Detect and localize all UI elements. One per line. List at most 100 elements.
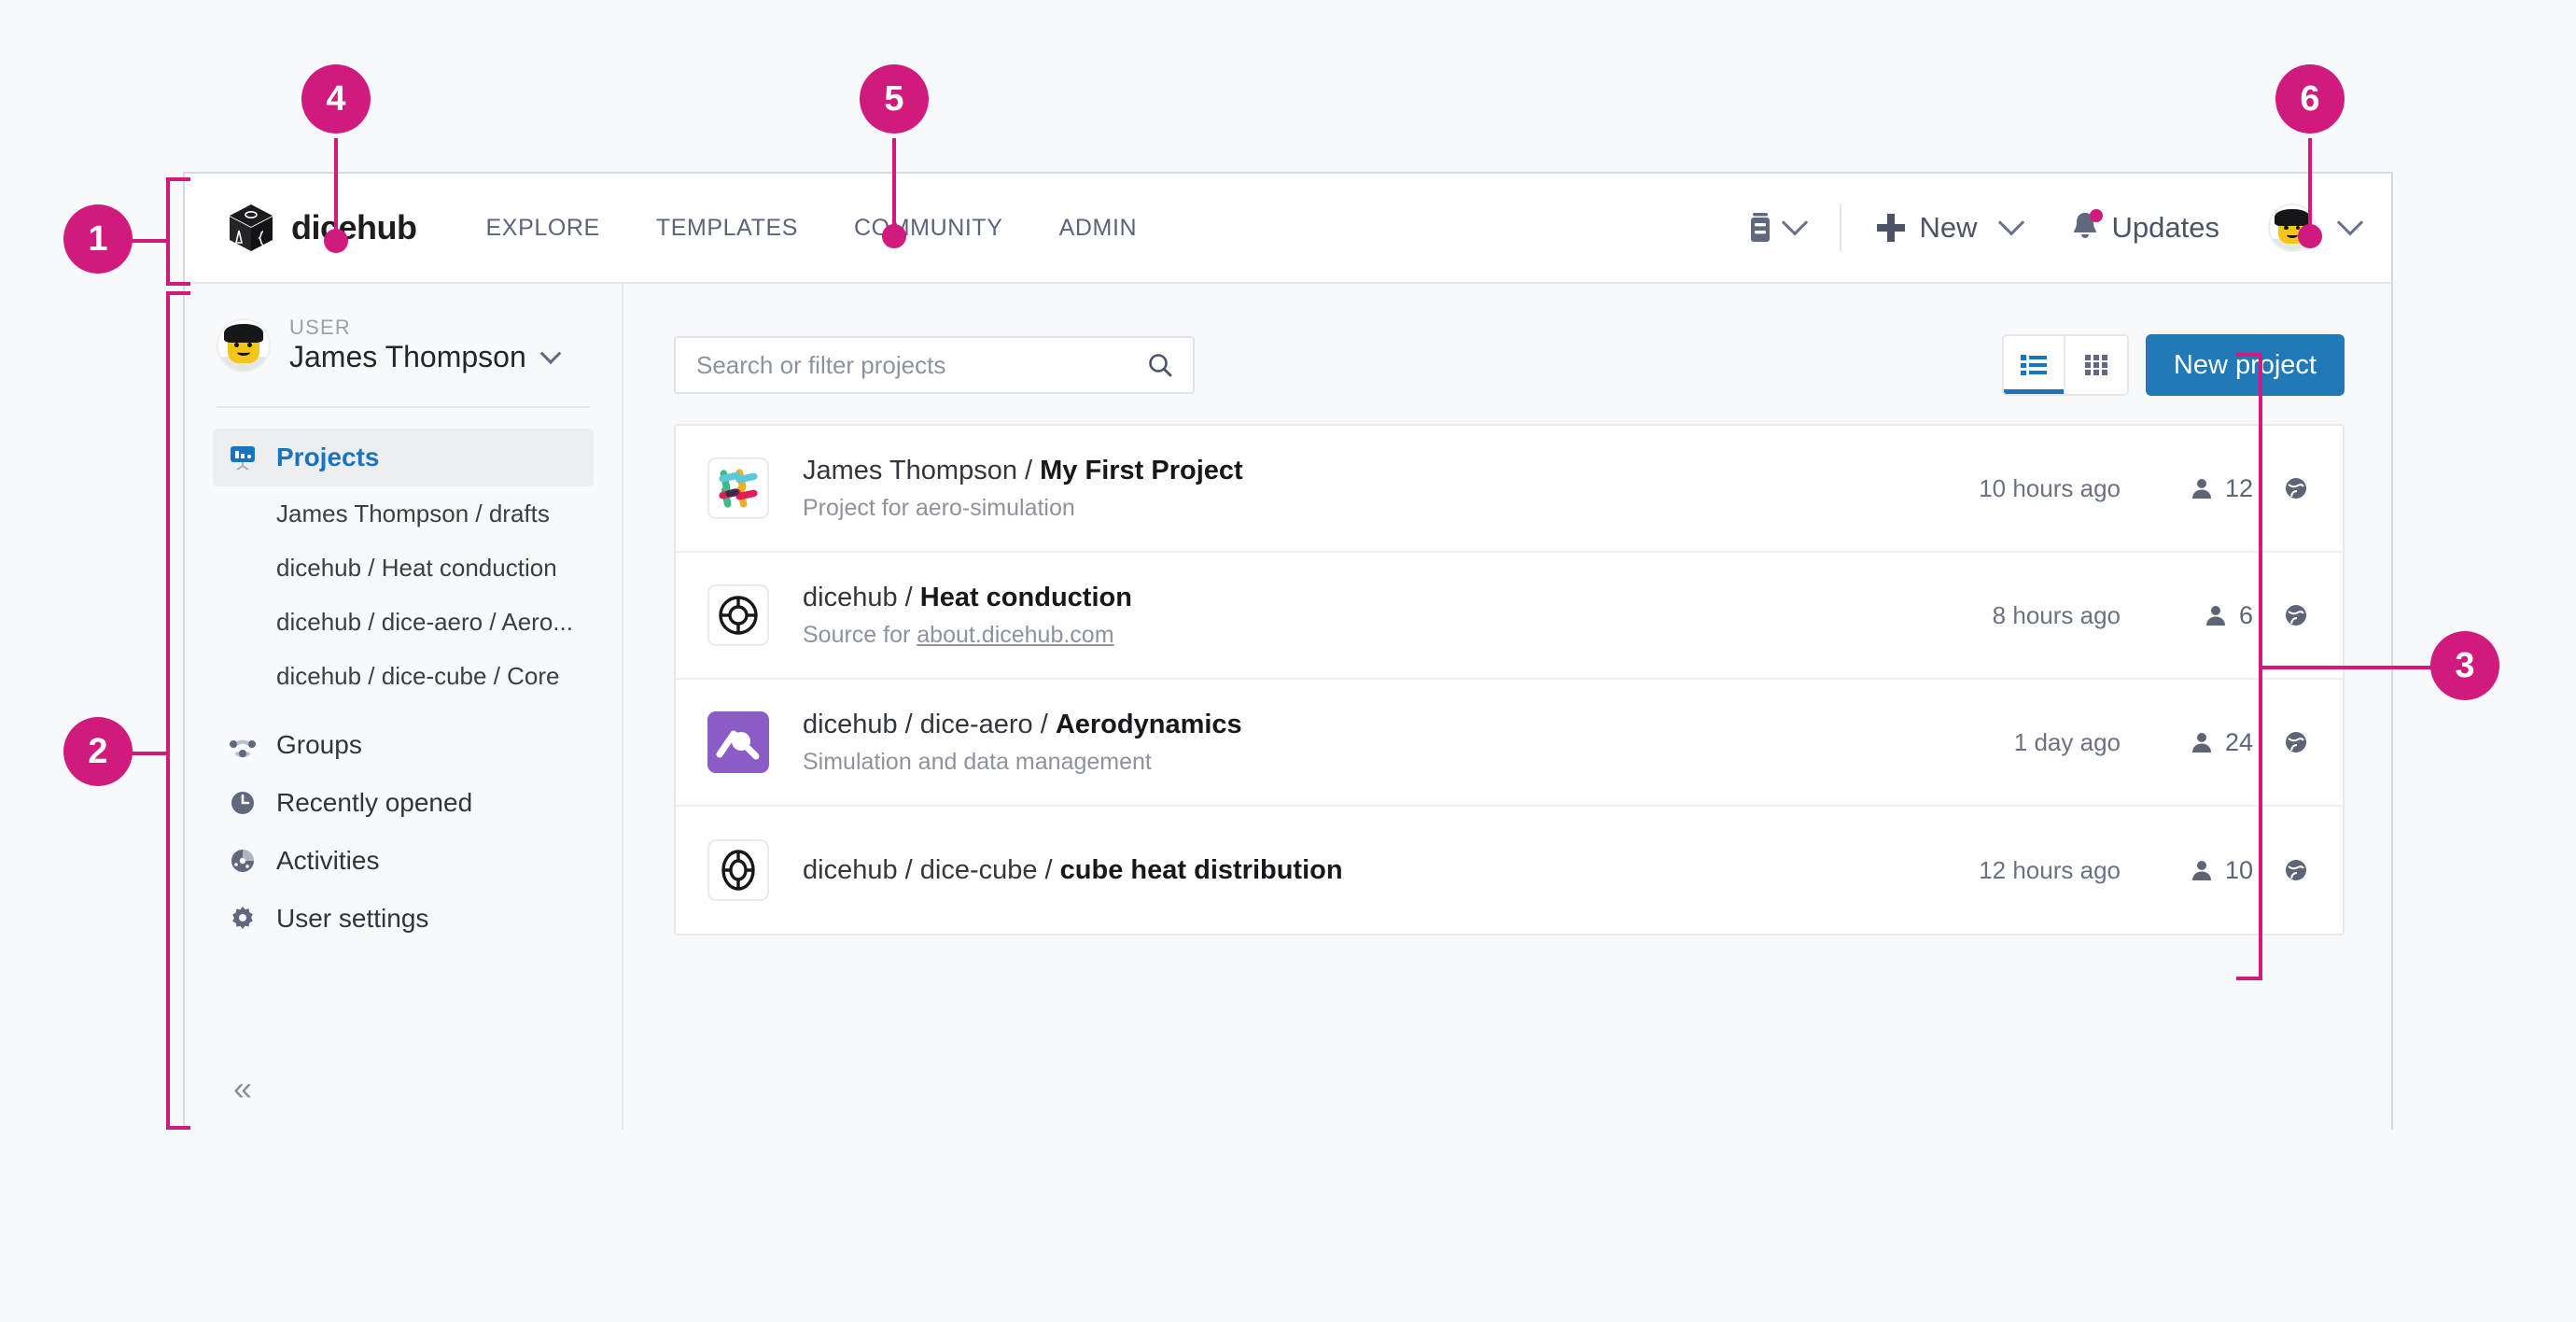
header-actions: New Updates: [1746, 204, 2364, 252]
hash-colored-icon: [719, 469, 758, 508]
project-namespace: dicehub / dice-cube /: [803, 854, 1060, 885]
project-subtitle: Project for aero-simulation: [803, 494, 1075, 521]
callout-3-label: 3: [2455, 645, 2475, 685]
sidebar-project-core[interactable]: dicehub / dice-cube / Core: [213, 649, 594, 703]
sidebar: USER James Thompson Projects James Thomp…: [185, 284, 623, 1130]
project-updated-time: 8 hours ago: [1992, 600, 2121, 629]
sidebar-project-drafts[interactable]: James Thompson / drafts: [213, 486, 594, 541]
sidebar-item-projects-label: Projects: [276, 443, 380, 471]
globe-icon: [2286, 732, 2306, 752]
chevron-down-icon[interactable]: [539, 342, 562, 364]
storage-menu[interactable]: [1746, 209, 1808, 245]
anno-bracket-3-top: [2236, 353, 2262, 357]
table-row[interactable]: James Thompson / My First Project Projec…: [676, 426, 2343, 553]
search-input[interactable]: [696, 350, 1146, 380]
anno-bracket-1-bottom: [166, 282, 190, 286]
sidebar-divider: [217, 406, 590, 408]
anno-bracket-1-top: [166, 177, 190, 181]
project-updated-time: 10 hours ago: [1979, 473, 2121, 502]
screenshot-stage: 1 2 3 4 5 6 dicehub EXPLORE TEMPLATES CO…: [0, 0, 2576, 1322]
project-subtitle-link[interactable]: about.dicehub.com: [917, 622, 1113, 648]
sidebar-user-label: USER: [289, 316, 351, 339]
anno-bracket-3-bottom: [2236, 977, 2262, 980]
sidebar-user[interactable]: USER James Thompson: [185, 316, 622, 374]
project-namespace: James Thompson /: [803, 455, 1041, 485]
groups-network-icon: [230, 739, 256, 758]
presentation-chart-icon: [231, 446, 255, 471]
sidebar-item-groups[interactable]: Groups: [213, 716, 594, 774]
view-toggle: [2001, 334, 2129, 396]
sidebar-item-activities[interactable]: Activities: [213, 832, 594, 890]
updates-button[interactable]: Updates: [2069, 208, 2219, 247]
new-project-button[interactable]: New project: [2145, 334, 2345, 396]
sidebar-item-projects[interactable]: Projects: [213, 429, 594, 486]
callout-4-logo: 4: [301, 64, 371, 134]
person-icon: [2205, 606, 2225, 626]
table-row[interactable]: dicehub / dice-cube / cube heat distribu…: [676, 807, 2343, 934]
callout-2-label: 2: [88, 731, 108, 771]
callout-6-account-menu: 6: [2275, 64, 2345, 134]
project-name: Heat conduction: [919, 582, 1132, 612]
sidebar-item-recently-opened[interactable]: Recently opened: [213, 774, 594, 832]
globe-icon: [2286, 605, 2306, 626]
list-view-icon: [2020, 355, 2047, 375]
project-info: dicehub / Heat conduction Source for abo…: [803, 583, 1993, 649]
project-title: dicehub / dice-aero / Aerodynamics: [803, 710, 2014, 740]
project-title: James Thompson / My First Project: [803, 456, 1979, 486]
view-toggle-grid[interactable]: [2065, 336, 2127, 394]
nav-templates[interactable]: TEMPLATES: [656, 215, 798, 242]
lifebuoy-icon: [719, 596, 758, 635]
search-box[interactable]: [674, 336, 1195, 394]
project-tile: [707, 584, 769, 646]
sidebar-collapse-button[interactable]: «: [185, 1072, 622, 1130]
callout-5-label: 5: [884, 78, 904, 119]
project-namespace: dicehub /: [803, 582, 920, 612]
sidebar-item-user-settings-label: User settings: [276, 904, 429, 933]
sidebar-item-recently-opened-label: Recently opened: [276, 788, 473, 817]
project-members: 12: [2163, 474, 2253, 503]
anno-bracket-2-bottom: [166, 1126, 190, 1130]
nav-admin[interactable]: ADMIN: [1059, 215, 1138, 242]
callout-1-label: 1: [88, 218, 108, 259]
globe-icon: [2286, 860, 2306, 880]
nav-explore[interactable]: EXPLORE: [486, 215, 600, 242]
dicehub-cube-logo-icon: [230, 204, 273, 251]
bell-icon-wrap: [2069, 208, 2103, 247]
project-title: dicehub / dice-cube / cube heat distribu…: [803, 855, 1979, 886]
globe-icon: [2286, 478, 2306, 499]
avatar: [217, 317, 271, 373]
clock-icon: [231, 792, 254, 814]
person-icon: [2191, 733, 2211, 752]
app-body: USER James Thompson Projects James Thomp…: [185, 284, 2391, 1130]
new-button[interactable]: New: [1876, 209, 2024, 245]
sidebar-item-user-settings[interactable]: User settings: [213, 890, 594, 948]
sidebar-project-heat-conduction[interactable]: dicehub / Heat conduction: [213, 541, 594, 595]
project-members-count: 10: [2224, 855, 2253, 884]
table-row[interactable]: dicehub / Heat conduction Source for abo…: [676, 553, 2343, 680]
project-members-count: 24: [2224, 727, 2253, 756]
sidebar-item-activities-label: Activities: [276, 846, 380, 875]
view-toggle-list[interactable]: [2003, 336, 2065, 394]
updates-badge: [2089, 208, 2103, 222]
project-tile: [707, 457, 769, 519]
brand-logo[interactable]: dicehub: [228, 204, 417, 252]
app-window: dicehub EXPLORE TEMPLATES COMMUNITY ADMI…: [183, 172, 2393, 1130]
search-icon[interactable]: [1146, 351, 1174, 379]
chevron-down-icon: [1781, 209, 1808, 236]
anno-bracket-1: [166, 177, 170, 286]
project-subtitle-text: Source for: [803, 621, 917, 648]
app-header: dicehub EXPLORE TEMPLATES COMMUNITY ADMI…: [185, 174, 2391, 284]
person-icon: [2191, 479, 2211, 499]
sidebar-user-text: USER James Thompson: [289, 316, 562, 374]
nav-community[interactable]: COMMUNITY: [854, 215, 1003, 242]
project-name: Aerodynamics: [1055, 709, 1242, 739]
projects-toolbar: New project: [674, 334, 2345, 396]
main-nav: EXPLORE TEMPLATES COMMUNITY ADMIN: [486, 215, 1138, 242]
chevron-down-icon: [1997, 209, 2024, 236]
project-info: dicehub / dice-cube / cube heat distribu…: [803, 855, 1979, 886]
table-row[interactable]: dicehub / dice-aero / Aerodynamics Simul…: [676, 680, 2343, 807]
main-content: New project: [623, 284, 2391, 1130]
sidebar-project-aero[interactable]: dicehub / dice-aero / Aero...: [213, 595, 594, 649]
project-subtitle: Simulation and data management: [803, 748, 1152, 775]
project-info: James Thompson / My First Project Projec…: [803, 456, 1979, 522]
